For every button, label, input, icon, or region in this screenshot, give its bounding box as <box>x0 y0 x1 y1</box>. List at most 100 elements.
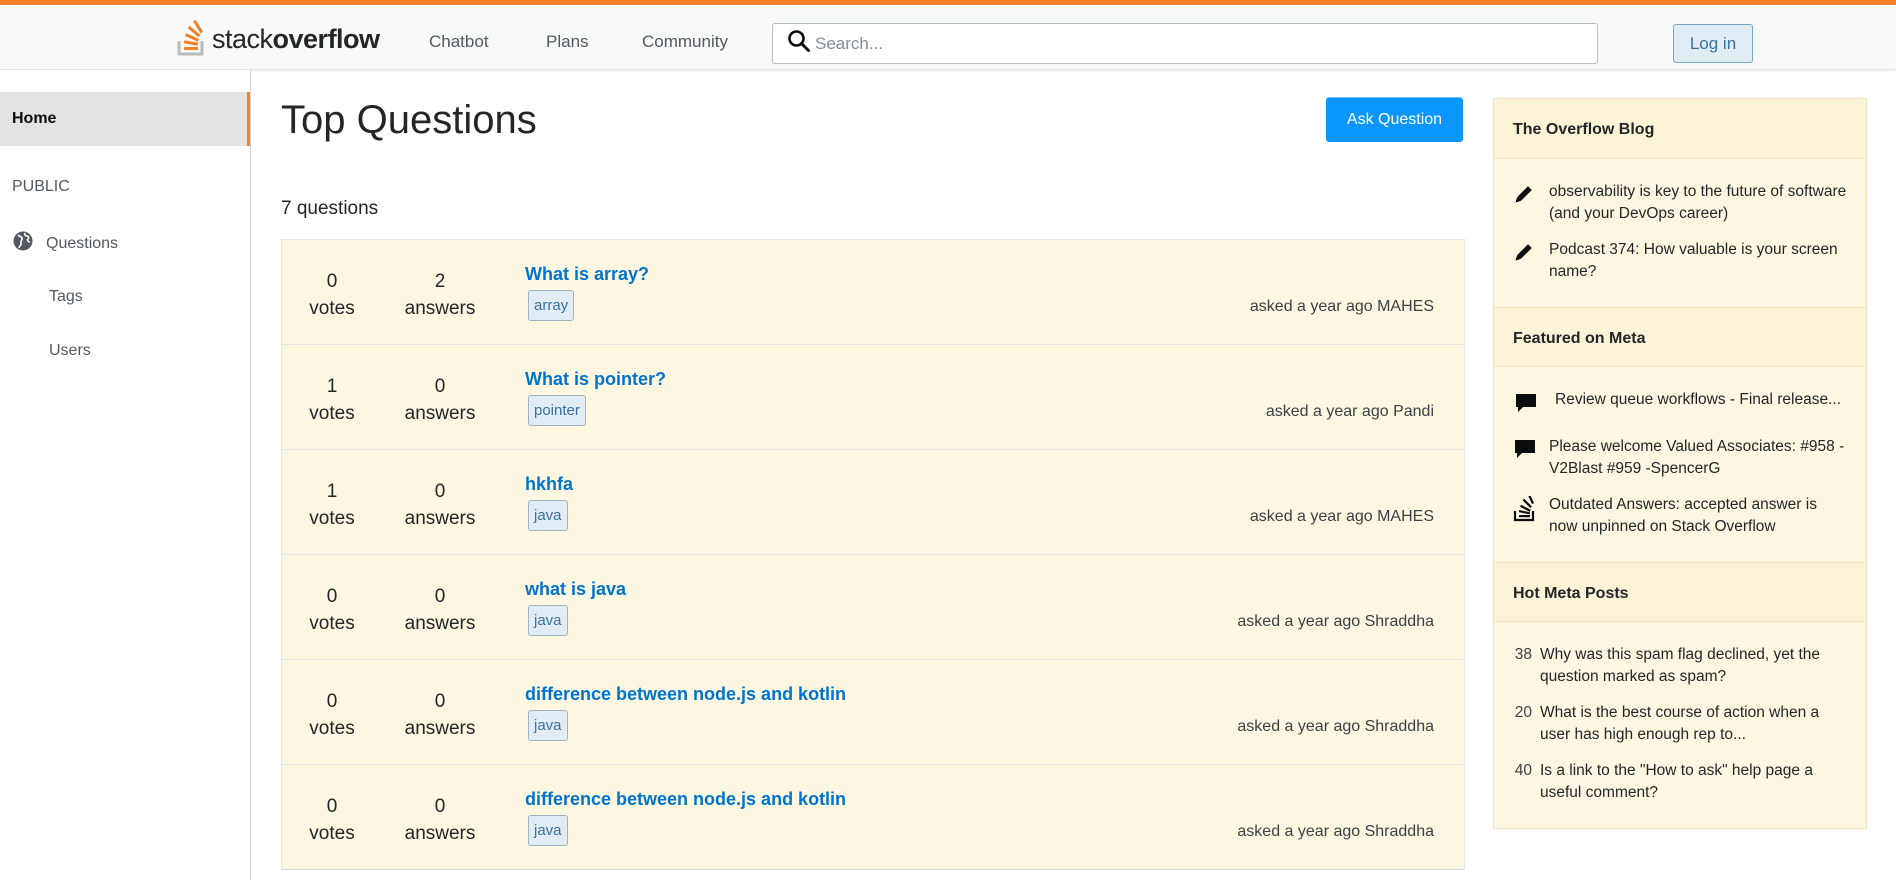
vote-number: 1 <box>326 481 338 502</box>
chat-bubble-icon <box>1513 389 1549 422</box>
sidebar-item-users[interactable]: Users <box>49 342 91 360</box>
answer-number: 0 <box>434 586 446 607</box>
vote-count: 0 votes <box>282 688 382 742</box>
hot-meta-item[interactable]: 38 Why was this spam flag declined, yet … <box>1504 644 1847 688</box>
asked-info: asked a year ago MAHES <box>1249 298 1434 315</box>
vote-number: 0 <box>326 796 338 817</box>
hot-meta-item[interactable]: 20 What is the best course of action whe… <box>1504 702 1847 746</box>
meta-heading: Featured on Meta <box>1494 307 1866 367</box>
blog-list: observability is key to the future of so… <box>1494 159 1866 307</box>
question-tag[interactable]: array <box>528 290 575 321</box>
answer-label: answers <box>404 298 476 319</box>
meta-list: Review queue workflows - Final release..… <box>1494 367 1866 562</box>
blog-item-text: observability is key to the future of so… <box>1549 183 1847 222</box>
search-box[interactable] <box>772 23 1598 64</box>
left-sidebar: Home PUBLIC Questions Tags Users <box>0 70 251 880</box>
answer-count: 0 answers <box>390 373 490 427</box>
sidebar-item-tags[interactable]: Tags <box>49 288 83 306</box>
question-row: 0 votes 0 answers difference between node.… <box>281 659 1465 765</box>
page-title: Top Questions <box>281 98 537 142</box>
sidebar-section-public: PUBLIC <box>12 178 70 195</box>
question-row: 1 votes 0 answers What is pointer? pointer… <box>281 344 1465 450</box>
vote-number: 0 <box>326 271 338 292</box>
blog-item[interactable]: Podcast 374: How valuable is your screen… <box>1513 239 1847 283</box>
blog-heading: The Overflow Blog <box>1494 99 1866 159</box>
vote-count: 0 votes <box>282 793 382 847</box>
question-title-link[interactable]: difference between node.js and kotlin <box>525 684 846 705</box>
vote-count: 1 votes <box>282 478 382 532</box>
globe-icon <box>12 230 34 257</box>
hot-meta-text: Why was this spam flag declined, yet the… <box>1540 646 1820 685</box>
vote-label: votes <box>309 298 355 319</box>
question-tag[interactable]: java <box>528 815 568 846</box>
stack-logo-icon <box>176 18 208 61</box>
blog-item-text: Podcast 374: How valuable is your screen… <box>1549 241 1838 280</box>
asked-info: asked a year ago Pandi <box>1265 403 1434 420</box>
right-sidebar-widget: The Overflow Blog observability is key t… <box>1493 98 1867 829</box>
vote-number: 0 <box>326 691 338 712</box>
hot-meta-text: Is a link to the "How to ask" help page … <box>1540 762 1813 801</box>
meta-item[interactable]: Review queue workflows - Final release..… <box>1513 389 1847 422</box>
vote-label: votes <box>309 823 355 844</box>
question-tag[interactable]: java <box>528 500 568 531</box>
logo-text-light: stack <box>212 23 273 54</box>
question-row: 1 votes 0 answers hkhfa java asked a year … <box>281 449 1465 555</box>
answer-number: 2 <box>434 271 446 292</box>
answer-number: 0 <box>434 376 446 397</box>
answer-number: 0 <box>434 796 446 817</box>
chat-bubble-icon <box>1513 436 1549 469</box>
question-count: 7 questions <box>281 198 379 219</box>
question-title-link[interactable]: What is pointer? <box>525 369 666 390</box>
pencil-icon <box>1513 239 1549 270</box>
answer-count: 0 answers <box>390 583 490 637</box>
answer-label: answers <box>404 823 476 844</box>
search-input[interactable] <box>815 33 1595 54</box>
asked-info: asked a year ago Shraddha <box>1237 718 1434 735</box>
nav-chatbot[interactable]: Chatbot <box>429 32 489 52</box>
vote-label: votes <box>309 403 355 424</box>
hot-meta-list: 38 Why was this spam flag declined, yet … <box>1494 622 1866 828</box>
hot-meta-score: 40 <box>1514 762 1532 779</box>
sidebar-item-questions[interactable]: Questions <box>12 230 118 257</box>
answer-label: answers <box>404 718 476 739</box>
question-row: 0 votes 2 answers What is array? array ask… <box>281 239 1465 345</box>
answer-number: 0 <box>434 481 446 502</box>
sidebar-item-home[interactable]: Home <box>0 92 250 146</box>
logo-wordmark: stackoverflow <box>212 24 380 55</box>
nav-community[interactable]: Community <box>642 32 728 52</box>
meta-item[interactable]: Please welcome Valued Associates: #958 -… <box>1513 436 1847 480</box>
vote-label: votes <box>309 508 355 529</box>
stack-overflow-logo[interactable]: stackoverflow <box>176 19 380 59</box>
asked-info: asked a year ago Shraddha <box>1237 613 1434 630</box>
top-bar: stackoverflow Chatbot Plans Community Lo… <box>0 0 1896 70</box>
login-button[interactable]: Log in <box>1673 24 1753 63</box>
question-title-link[interactable]: what is java <box>525 579 626 600</box>
hot-meta-item[interactable]: 40 Is a link to the "How to ask" help pa… <box>1504 760 1847 804</box>
meta-item-text: Outdated Answers: accepted answer is now… <box>1549 496 1817 535</box>
answer-count: 2 answers <box>390 268 490 322</box>
question-row: 0 votes 0 answers difference between node.… <box>281 764 1465 870</box>
question-tag[interactable]: pointer <box>528 395 586 426</box>
question-list: 0 votes 2 answers What is array? array ask… <box>281 239 1465 870</box>
answer-label: answers <box>404 403 476 424</box>
answer-count: 0 answers <box>390 688 490 742</box>
vote-number: 0 <box>326 586 338 607</box>
vote-number: 1 <box>326 376 338 397</box>
stack-logo-icon <box>1513 494 1549 529</box>
answer-label: answers <box>404 613 476 634</box>
blog-item[interactable]: observability is key to the future of so… <box>1513 181 1847 225</box>
vote-count: 1 votes <box>282 373 382 427</box>
ask-question-button[interactable]: Ask Question <box>1326 97 1463 142</box>
question-title-link[interactable]: difference between node.js and kotlin <box>525 789 846 810</box>
hot-meta-heading: Hot Meta Posts <box>1494 562 1866 622</box>
vote-label: votes <box>309 613 355 634</box>
question-tag[interactable]: java <box>528 710 568 741</box>
meta-item[interactable]: Outdated Answers: accepted answer is now… <box>1513 494 1847 538</box>
vote-count: 0 votes <box>282 583 382 637</box>
answer-label: answers <box>404 508 476 529</box>
nav-plans[interactable]: Plans <box>546 32 589 52</box>
question-title-link[interactable]: What is array? <box>525 264 649 285</box>
question-tag[interactable]: java <box>528 605 568 636</box>
question-title-link[interactable]: hkhfa <box>525 474 573 495</box>
pencil-icon <box>1513 181 1549 212</box>
